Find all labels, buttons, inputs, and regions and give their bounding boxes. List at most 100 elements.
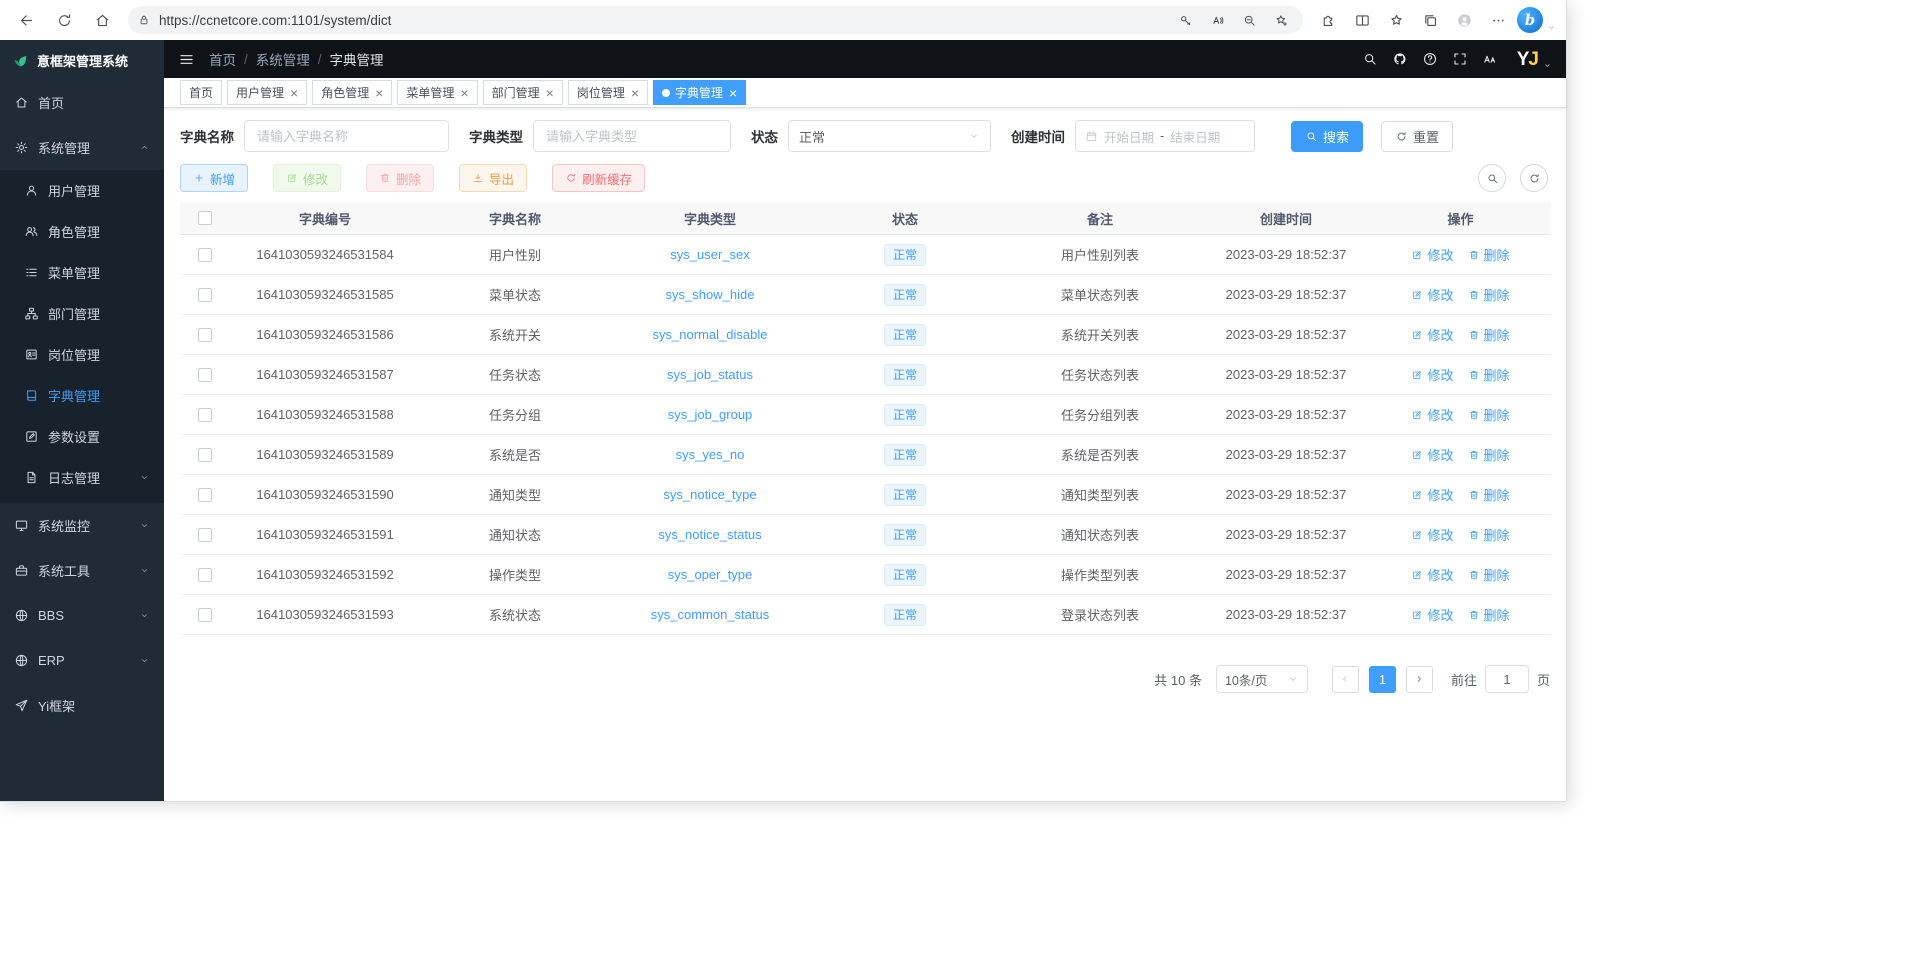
row-delete-link[interactable]: 删除 [1468,445,1510,464]
row-delete-link[interactable]: 删除 [1468,565,1510,584]
dict-type-link[interactable]: sys_notice_status [658,527,761,542]
sidebar-item-role-management[interactable]: 角色管理 [0,211,164,252]
dict-type-input[interactable] [533,120,731,152]
goto-page-input[interactable] [1485,665,1529,693]
dict-type-link[interactable]: sys_user_sex [670,247,749,262]
row-checkbox[interactable] [198,408,212,422]
sidebar-item-param-settings[interactable]: 参数设置 [0,416,164,457]
row-checkbox[interactable] [198,368,212,382]
refresh-cache-button[interactable]: 刷新缓存 [552,164,645,192]
tab-close-icon[interactable]: × [729,86,737,100]
status-select[interactable]: 正常 [788,120,991,152]
tab-close-icon[interactable]: × [375,86,383,100]
app-logo-mark[interactable]: YJ [1517,50,1538,69]
row-edit-link[interactable]: 修改 [1411,565,1453,584]
github-icon[interactable] [1385,46,1415,72]
tab-close-icon[interactable]: × [631,86,639,100]
row-delete-link[interactable]: 删除 [1468,525,1510,544]
reload-icon[interactable] [48,4,80,36]
row-delete-link[interactable]: 删除 [1468,365,1510,384]
sidebar-item-home[interactable]: 首页 [0,80,164,125]
sidebar-item-user-management[interactable]: 用户管理 [0,170,164,211]
dict-type-link[interactable]: sys_oper_type [668,567,753,582]
breadcrumb-item[interactable]: 系统管理 [256,49,310,69]
breadcrumb-item[interactable]: 首页 [209,49,236,69]
tab-menu-management[interactable]: 菜单管理× [397,80,477,105]
row-delete-link[interactable]: 删除 [1468,405,1510,424]
sidebar-item-dept-management[interactable]: 部门管理 [0,293,164,334]
row-checkbox[interactable] [198,248,212,262]
export-button[interactable]: 导出 [459,164,527,192]
collections-icon[interactable] [1415,5,1445,35]
row-delete-link[interactable]: 删除 [1468,325,1510,344]
fullscreen-icon[interactable] [1445,46,1475,72]
search-icon[interactable] [1355,46,1385,72]
home-icon[interactable] [86,4,118,36]
row-edit-link[interactable]: 修改 [1411,605,1453,624]
create-time-range[interactable]: 开始日期 - 结束日期 [1075,120,1255,152]
edit-button[interactable]: 修改 [273,164,341,192]
refresh-icon[interactable] [1520,164,1548,192]
select-all-checkbox[interactable] [198,211,212,225]
tab-dict-management[interactable]: 字典管理× [653,80,746,105]
tab-close-icon[interactable]: × [460,86,468,100]
tab-close-icon[interactable]: × [290,86,298,100]
split-screen-icon[interactable] [1347,5,1377,35]
address-bar[interactable]: https://ccnetcore.com:1101/system/dict [128,6,1303,34]
reset-button[interactable]: 重置 [1381,121,1453,152]
tab-dept-management[interactable]: 部门管理× [483,80,563,105]
add-button[interactable]: 新增 [180,164,248,192]
sidebar-item-system-tools[interactable]: 系统工具 [0,548,164,593]
chevron-down-icon[interactable] [1547,23,1556,32]
more-horizontal-icon[interactable] [1483,5,1513,35]
page-number-button[interactable]: 1 [1369,666,1396,693]
next-page-button[interactable] [1406,666,1433,693]
sidebar-item-yi-framework[interactable]: Yi框架 [0,683,164,728]
dict-name-input[interactable] [244,120,449,152]
avatar-icon[interactable] [1449,5,1479,35]
page-size-select[interactable]: 10条/页 [1216,665,1308,693]
key-icon[interactable] [1172,7,1198,33]
question-icon[interactable] [1415,46,1445,72]
row-checkbox[interactable] [198,528,212,542]
sidebar-item-erp[interactable]: ERP [0,638,164,683]
sidebar-item-dict-management[interactable]: 字典管理 [0,375,164,416]
bing-button[interactable]: b [1517,7,1543,33]
tab-role-management[interactable]: 角色管理× [312,80,392,105]
read-aloud-icon[interactable] [1204,7,1230,33]
row-edit-link[interactable]: 修改 [1411,485,1453,504]
sidebar-item-bbs[interactable]: BBS [0,593,164,638]
row-edit-link[interactable]: 修改 [1411,285,1453,304]
dict-type-link[interactable]: sys_show_hide [666,287,755,302]
font-size-icon[interactable] [1475,46,1505,72]
dict-type-link[interactable]: sys_yes_no [676,447,745,462]
tab-user-management[interactable]: 用户管理× [227,80,307,105]
tab-home[interactable]: 首页 [180,80,222,105]
zoom-out-icon[interactable] [1236,7,1262,33]
row-checkbox[interactable] [198,488,212,502]
sidebar-item-system-management[interactable]: 系统管理 [0,125,164,170]
row-checkbox[interactable] [198,448,212,462]
row-edit-link[interactable]: 修改 [1411,245,1453,264]
row-delete-link[interactable]: 删除 [1468,605,1510,624]
star-add-icon[interactable] [1268,7,1294,33]
dict-type-link[interactable]: sys_common_status [651,607,770,622]
row-edit-link[interactable]: 修改 [1411,445,1453,464]
row-delete-link[interactable]: 删除 [1468,245,1510,264]
row-edit-link[interactable]: 修改 [1411,525,1453,544]
tab-post-management[interactable]: 岗位管理× [568,80,648,105]
hamburger-icon[interactable] [178,51,195,68]
search-button[interactable]: 搜索 [1291,121,1363,152]
dict-type-link[interactable]: sys_job_status [667,367,753,382]
favorites-bar-icon[interactable] [1381,5,1411,35]
sidebar-item-menu-management[interactable]: 菜单管理 [0,252,164,293]
prev-page-button[interactable] [1332,666,1359,693]
tab-close-icon[interactable]: × [546,86,554,100]
row-checkbox[interactable] [198,568,212,582]
delete-button[interactable]: 删除 [366,164,434,192]
sidebar-item-log-management[interactable]: 日志管理 [0,457,164,498]
row-edit-link[interactable]: 修改 [1411,405,1453,424]
row-checkbox[interactable] [198,608,212,622]
row-edit-link[interactable]: 修改 [1411,365,1453,384]
row-checkbox[interactable] [198,328,212,342]
